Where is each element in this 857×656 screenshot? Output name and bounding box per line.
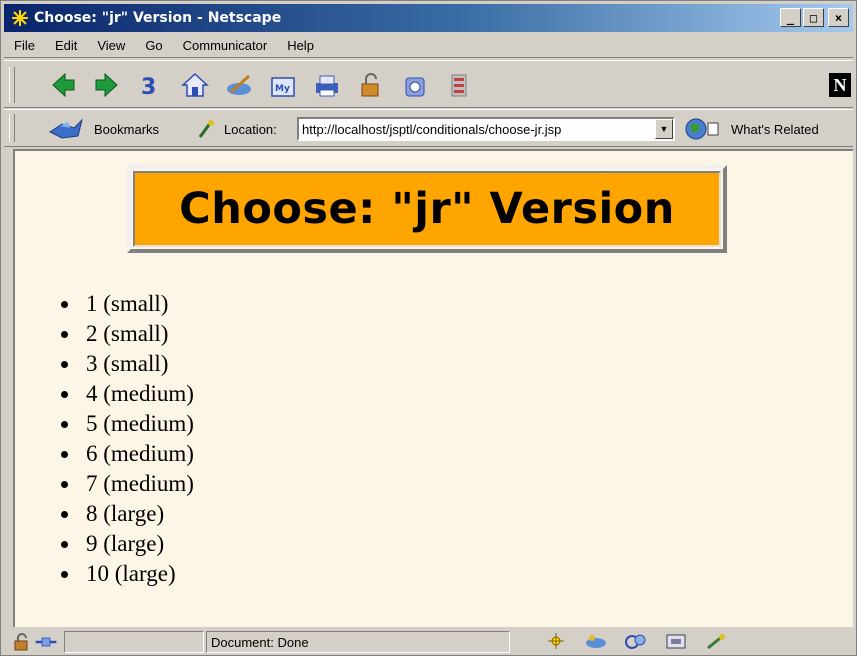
menu-help[interactable]: Help	[277, 38, 324, 53]
status-text: Document: Done	[211, 634, 309, 650]
heading-cell: Choose: "jr" Version	[133, 171, 721, 247]
list-item: 4 (medium)	[61, 379, 194, 409]
list-item: 9 (large)	[61, 529, 194, 559]
list-item-text: 1 (small)	[86, 291, 169, 316]
heading-table: Choose: "jr" Version	[127, 165, 727, 253]
list-item: 7 (medium)	[61, 469, 194, 499]
bullet	[61, 390, 68, 398]
my-netscape-icon[interactable]: My	[268, 71, 298, 99]
svg-text:3: 3	[141, 75, 156, 98]
bookmarks-button[interactable]: Bookmarks	[94, 122, 159, 137]
reload-icon[interactable]: 3	[136, 71, 166, 99]
shop-icon[interactable]	[400, 71, 430, 99]
bullet	[61, 480, 68, 488]
bullet	[61, 510, 68, 518]
connection-icon	[34, 632, 58, 652]
bullet	[61, 360, 68, 368]
browser-window: Choose: "jr" Version - Netscape _ □ × Fi…	[0, 0, 857, 656]
bullet	[61, 300, 68, 308]
menu-go[interactable]: Go	[135, 38, 172, 53]
page-content: Choose: "jr" Version 1 (small) 2 (small)…	[13, 149, 853, 627]
whats-related-icon[interactable]	[684, 117, 724, 141]
mail-icon[interactable]	[584, 631, 608, 651]
list-item: 6 (medium)	[61, 439, 194, 469]
list-item-text: 7 (medium)	[86, 471, 194, 496]
netscape-icon	[10, 8, 30, 28]
list-item: 8 (large)	[61, 499, 194, 529]
toolbar-grip[interactable]	[9, 67, 15, 103]
navigation-toolbar: 3 My N	[4, 60, 853, 108]
bullet	[61, 420, 68, 428]
url-text[interactable]: http://localhost/jsptl/conditionals/choo…	[299, 122, 655, 137]
svg-text:My: My	[275, 84, 290, 94]
status-message: Document: Done	[206, 631, 510, 653]
title-bar[interactable]: Choose: "jr" Version - Netscape _ □ ×	[4, 4, 853, 32]
list-item-text: 6 (medium)	[86, 441, 194, 466]
netscape-logo[interactable]: N	[829, 73, 851, 97]
list-item-text: 8 (large)	[86, 501, 165, 526]
back-icon[interactable]	[48, 71, 78, 99]
bullet	[61, 450, 68, 458]
url-dropdown-button[interactable]: ▼	[655, 119, 673, 139]
toolbar-grip[interactable]	[9, 114, 15, 142]
minimize-button[interactable]: _	[780, 8, 801, 27]
url-field[interactable]: http://localhost/jsptl/conditionals/choo…	[297, 117, 675, 141]
bullet	[61, 540, 68, 548]
bullet	[61, 570, 68, 578]
location-label: Location:	[224, 122, 277, 137]
list-item-text: 5 (medium)	[86, 411, 194, 436]
list-item-text: 10 (large)	[86, 561, 176, 586]
page-heading: Choose: "jr" Version	[179, 184, 675, 234]
list-item: 5 (medium)	[61, 409, 194, 439]
maximize-button[interactable]: □	[803, 8, 824, 27]
window-title: Choose: "jr" Version - Netscape	[34, 10, 282, 26]
location-toolbar: Bookmarks Location: http://localhost/jsp…	[4, 109, 853, 147]
status-bar: Document: Done	[4, 629, 853, 655]
menu-file[interactable]: File	[4, 38, 45, 53]
navigator-icon[interactable]	[544, 631, 568, 651]
list-item: 2 (small)	[61, 319, 194, 349]
list-item-text: 2 (small)	[86, 321, 169, 346]
composer-icon[interactable]	[704, 631, 728, 651]
whats-related-button[interactable]: What's Related	[731, 122, 819, 137]
list-item: 3 (small)	[61, 349, 194, 379]
progress-bar	[64, 631, 204, 653]
forward-icon[interactable]	[92, 71, 122, 99]
item-list: 1 (small) 2 (small) 3 (small) 4 (medium)…	[61, 289, 194, 589]
address-book-icon[interactable]	[664, 631, 688, 651]
bookmarks-icon[interactable]	[48, 118, 84, 140]
menu-view[interactable]: View	[87, 38, 135, 53]
menu-bar: File Edit View Go Communicator Help	[4, 34, 853, 58]
stop-icon[interactable]	[444, 71, 474, 99]
home-icon[interactable]	[180, 71, 210, 99]
list-item-text: 3 (small)	[86, 351, 169, 376]
list-item: 10 (large)	[61, 559, 194, 589]
newsgroups-icon[interactable]	[624, 631, 648, 651]
close-button[interactable]: ×	[828, 8, 849, 27]
location-icon[interactable]	[197, 119, 217, 139]
menu-communicator[interactable]: Communicator	[173, 38, 278, 53]
security-icon[interactable]	[356, 71, 386, 99]
lock-icon[interactable]	[10, 632, 34, 652]
search-icon[interactable]	[224, 71, 254, 99]
list-item: 1 (small)	[61, 289, 194, 319]
list-item-text: 9 (large)	[86, 531, 165, 556]
list-item-text: 4 (medium)	[86, 381, 194, 406]
print-icon[interactable]	[312, 71, 342, 99]
bullet	[61, 330, 68, 338]
menu-edit[interactable]: Edit	[45, 38, 87, 53]
